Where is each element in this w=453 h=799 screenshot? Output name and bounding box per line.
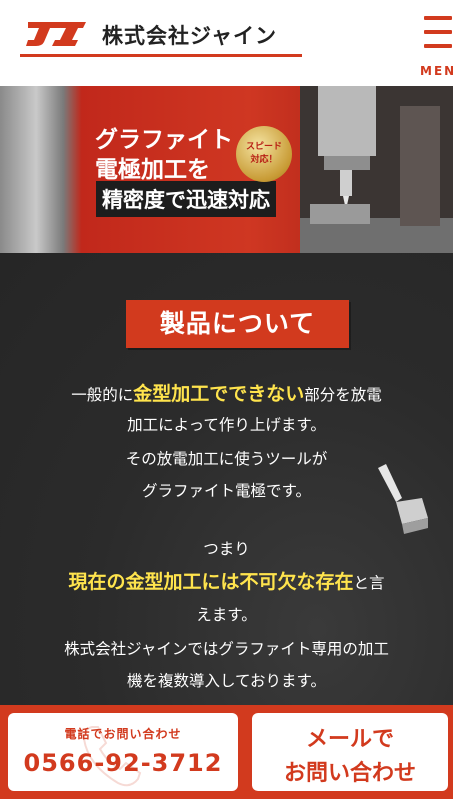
hero-heading-line2: 電極加工を xyxy=(95,157,210,183)
section-title: 製品について xyxy=(126,300,349,348)
hero-heading-line3: 精密度で迅速対応 xyxy=(96,181,276,217)
paragraph-line: 株式会社ジャインではグラファイト専用の加工 xyxy=(64,640,389,658)
machine-image xyxy=(300,86,453,253)
hamburger-icon xyxy=(424,16,452,20)
paragraph-line: 一般的に金型加工でできない部分を放電 xyxy=(71,383,382,405)
hero-heading-line1: グラファイト xyxy=(95,127,233,153)
menu-label: MENU xyxy=(420,64,453,78)
paragraph-line: 加工によって作り上げます。 xyxy=(127,416,326,434)
phone-label: 電話でお問い合わせ xyxy=(64,727,182,741)
company-name: 株式会社ジャイン xyxy=(102,24,277,48)
phone-number: 0566-92-3712 xyxy=(23,749,223,777)
logo-underline xyxy=(20,54,302,57)
highlight-text: 金型加工でできない xyxy=(133,383,305,405)
site-header: 株式会社ジャイン MENU xyxy=(0,0,453,86)
speed-badge: スピード対応！ xyxy=(236,126,292,182)
paragraph-line: つまり xyxy=(203,540,250,558)
electrode-illustration xyxy=(378,464,428,534)
menu-button[interactable]: MENU xyxy=(418,16,453,80)
mail-contact-button[interactable]: メールで お問い合わせ xyxy=(252,713,448,791)
hero-banner: グラファイト 電極加工を 精密度で迅速対応 スピード対応！ xyxy=(0,86,453,253)
products-section: 製品について 一般的に金型加工でできない部分を放電 加工によって作り上げます。 … xyxy=(0,253,453,723)
mail-label-line1: メールで xyxy=(305,727,394,752)
company-logo[interactable] xyxy=(24,18,90,48)
paragraph-line: 機を複数導入しております。 xyxy=(126,672,327,690)
paragraph-line: 現在の金型加工には不可欠な存在と言 xyxy=(68,571,385,593)
phone-contact-button[interactable]: 電話でお問い合わせ 0566-92-3712 xyxy=(8,713,238,791)
highlight-text: 現在の金型加工には不可欠な存在 xyxy=(68,571,354,593)
mail-label-line2: お問い合わせ xyxy=(283,761,416,786)
paragraph-line: えます。 xyxy=(196,606,257,624)
